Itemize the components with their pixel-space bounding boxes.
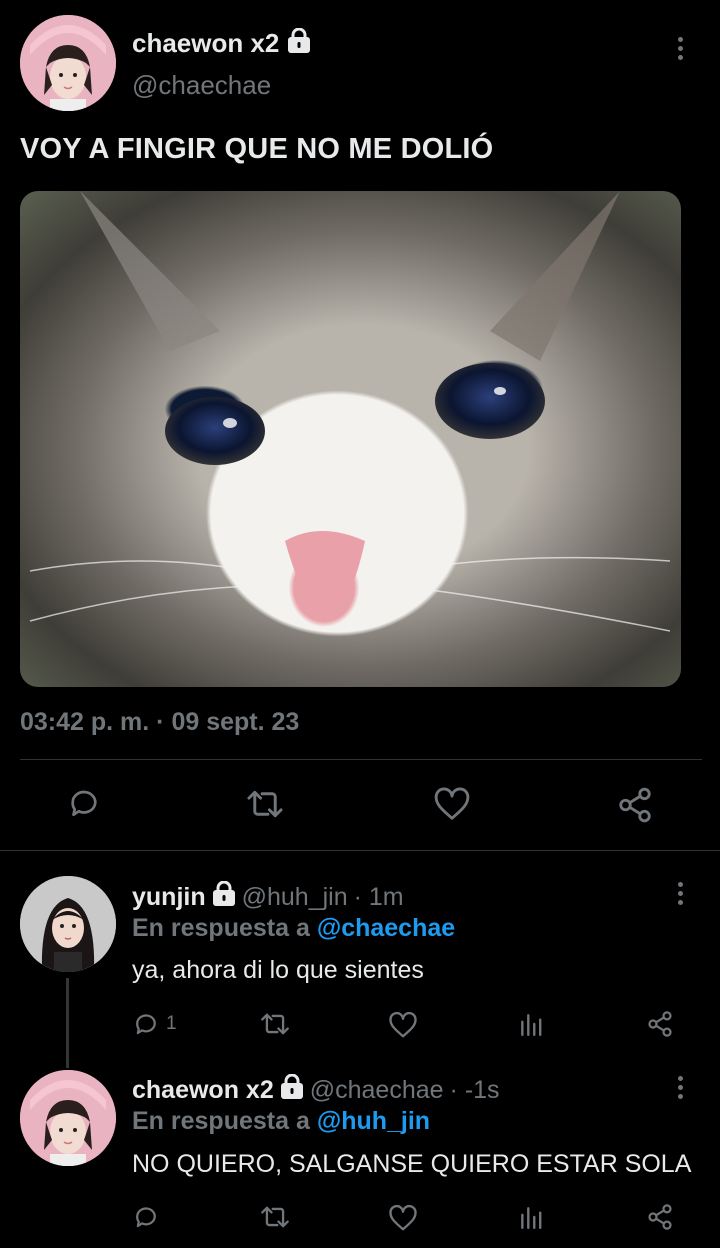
reply-context-label: En respuesta a — [132, 1107, 310, 1135]
reply-author-name[interactable]: chaewon x2 — [132, 1076, 274, 1105]
retweet-icon[interactable] — [246, 786, 284, 822]
author-avatar[interactable] — [20, 15, 116, 111]
analytics-icon[interactable] — [518, 1203, 544, 1231]
tweet-image[interactable] — [20, 191, 681, 687]
author-name[interactable]: chaewon x2 — [132, 28, 279, 59]
reply-to-link[interactable]: @chaechae — [317, 914, 455, 942]
share-icon[interactable] — [646, 1010, 674, 1038]
reply-time: · -1s — [449, 1075, 500, 1104]
lock-icon — [287, 27, 311, 59]
reply-time: · 1m — [353, 882, 404, 911]
reply-to-link[interactable]: @huh_jin — [317, 1107, 430, 1135]
more-icon[interactable] — [676, 882, 684, 909]
tweet-timestamp: 03:42 p. m. · 09 sept. 23 — [20, 708, 300, 736]
like-icon[interactable] — [433, 786, 471, 822]
lock-icon — [212, 880, 236, 914]
reply-text: NO QUIERO, SALGANSE QUIERO ESTAR SOLA — [132, 1150, 692, 1178]
reply-avatar[interactable] — [20, 1070, 116, 1166]
like-icon[interactable] — [388, 1204, 418, 1232]
divider — [20, 759, 702, 760]
reply-context-label: En respuesta a — [132, 914, 310, 942]
author-handle[interactable]: @chaechae — [132, 70, 271, 101]
reply-icon[interactable]: 1 — [132, 1010, 177, 1038]
more-icon[interactable] — [676, 37, 684, 64]
tweet-text: VOY A FINGIR QUE NO ME DOLIÓ — [20, 133, 494, 165]
reply-count: 1 — [166, 1013, 177, 1034]
reply-text: ya, ahora di lo que sientes — [132, 956, 424, 984]
reply-author-handle[interactable]: @huh_jin — [242, 883, 348, 912]
reply-avatar[interactable] — [20, 876, 116, 972]
lock-icon — [280, 1073, 304, 1107]
divider — [0, 850, 720, 851]
thread-line — [66, 978, 69, 1068]
like-icon[interactable] — [388, 1011, 418, 1039]
retweet-icon[interactable] — [260, 1203, 290, 1231]
reply-icon[interactable] — [132, 1203, 160, 1231]
retweet-icon[interactable] — [260, 1010, 290, 1038]
analytics-icon[interactable] — [518, 1010, 544, 1038]
more-icon[interactable] — [676, 1076, 684, 1103]
reply-author-name[interactable]: yunjin — [132, 883, 206, 912]
reply-author-handle[interactable]: @chaechae — [310, 1076, 444, 1105]
share-icon[interactable] — [646, 1203, 674, 1231]
reply-icon[interactable] — [66, 785, 102, 821]
share-icon[interactable] — [616, 786, 654, 824]
